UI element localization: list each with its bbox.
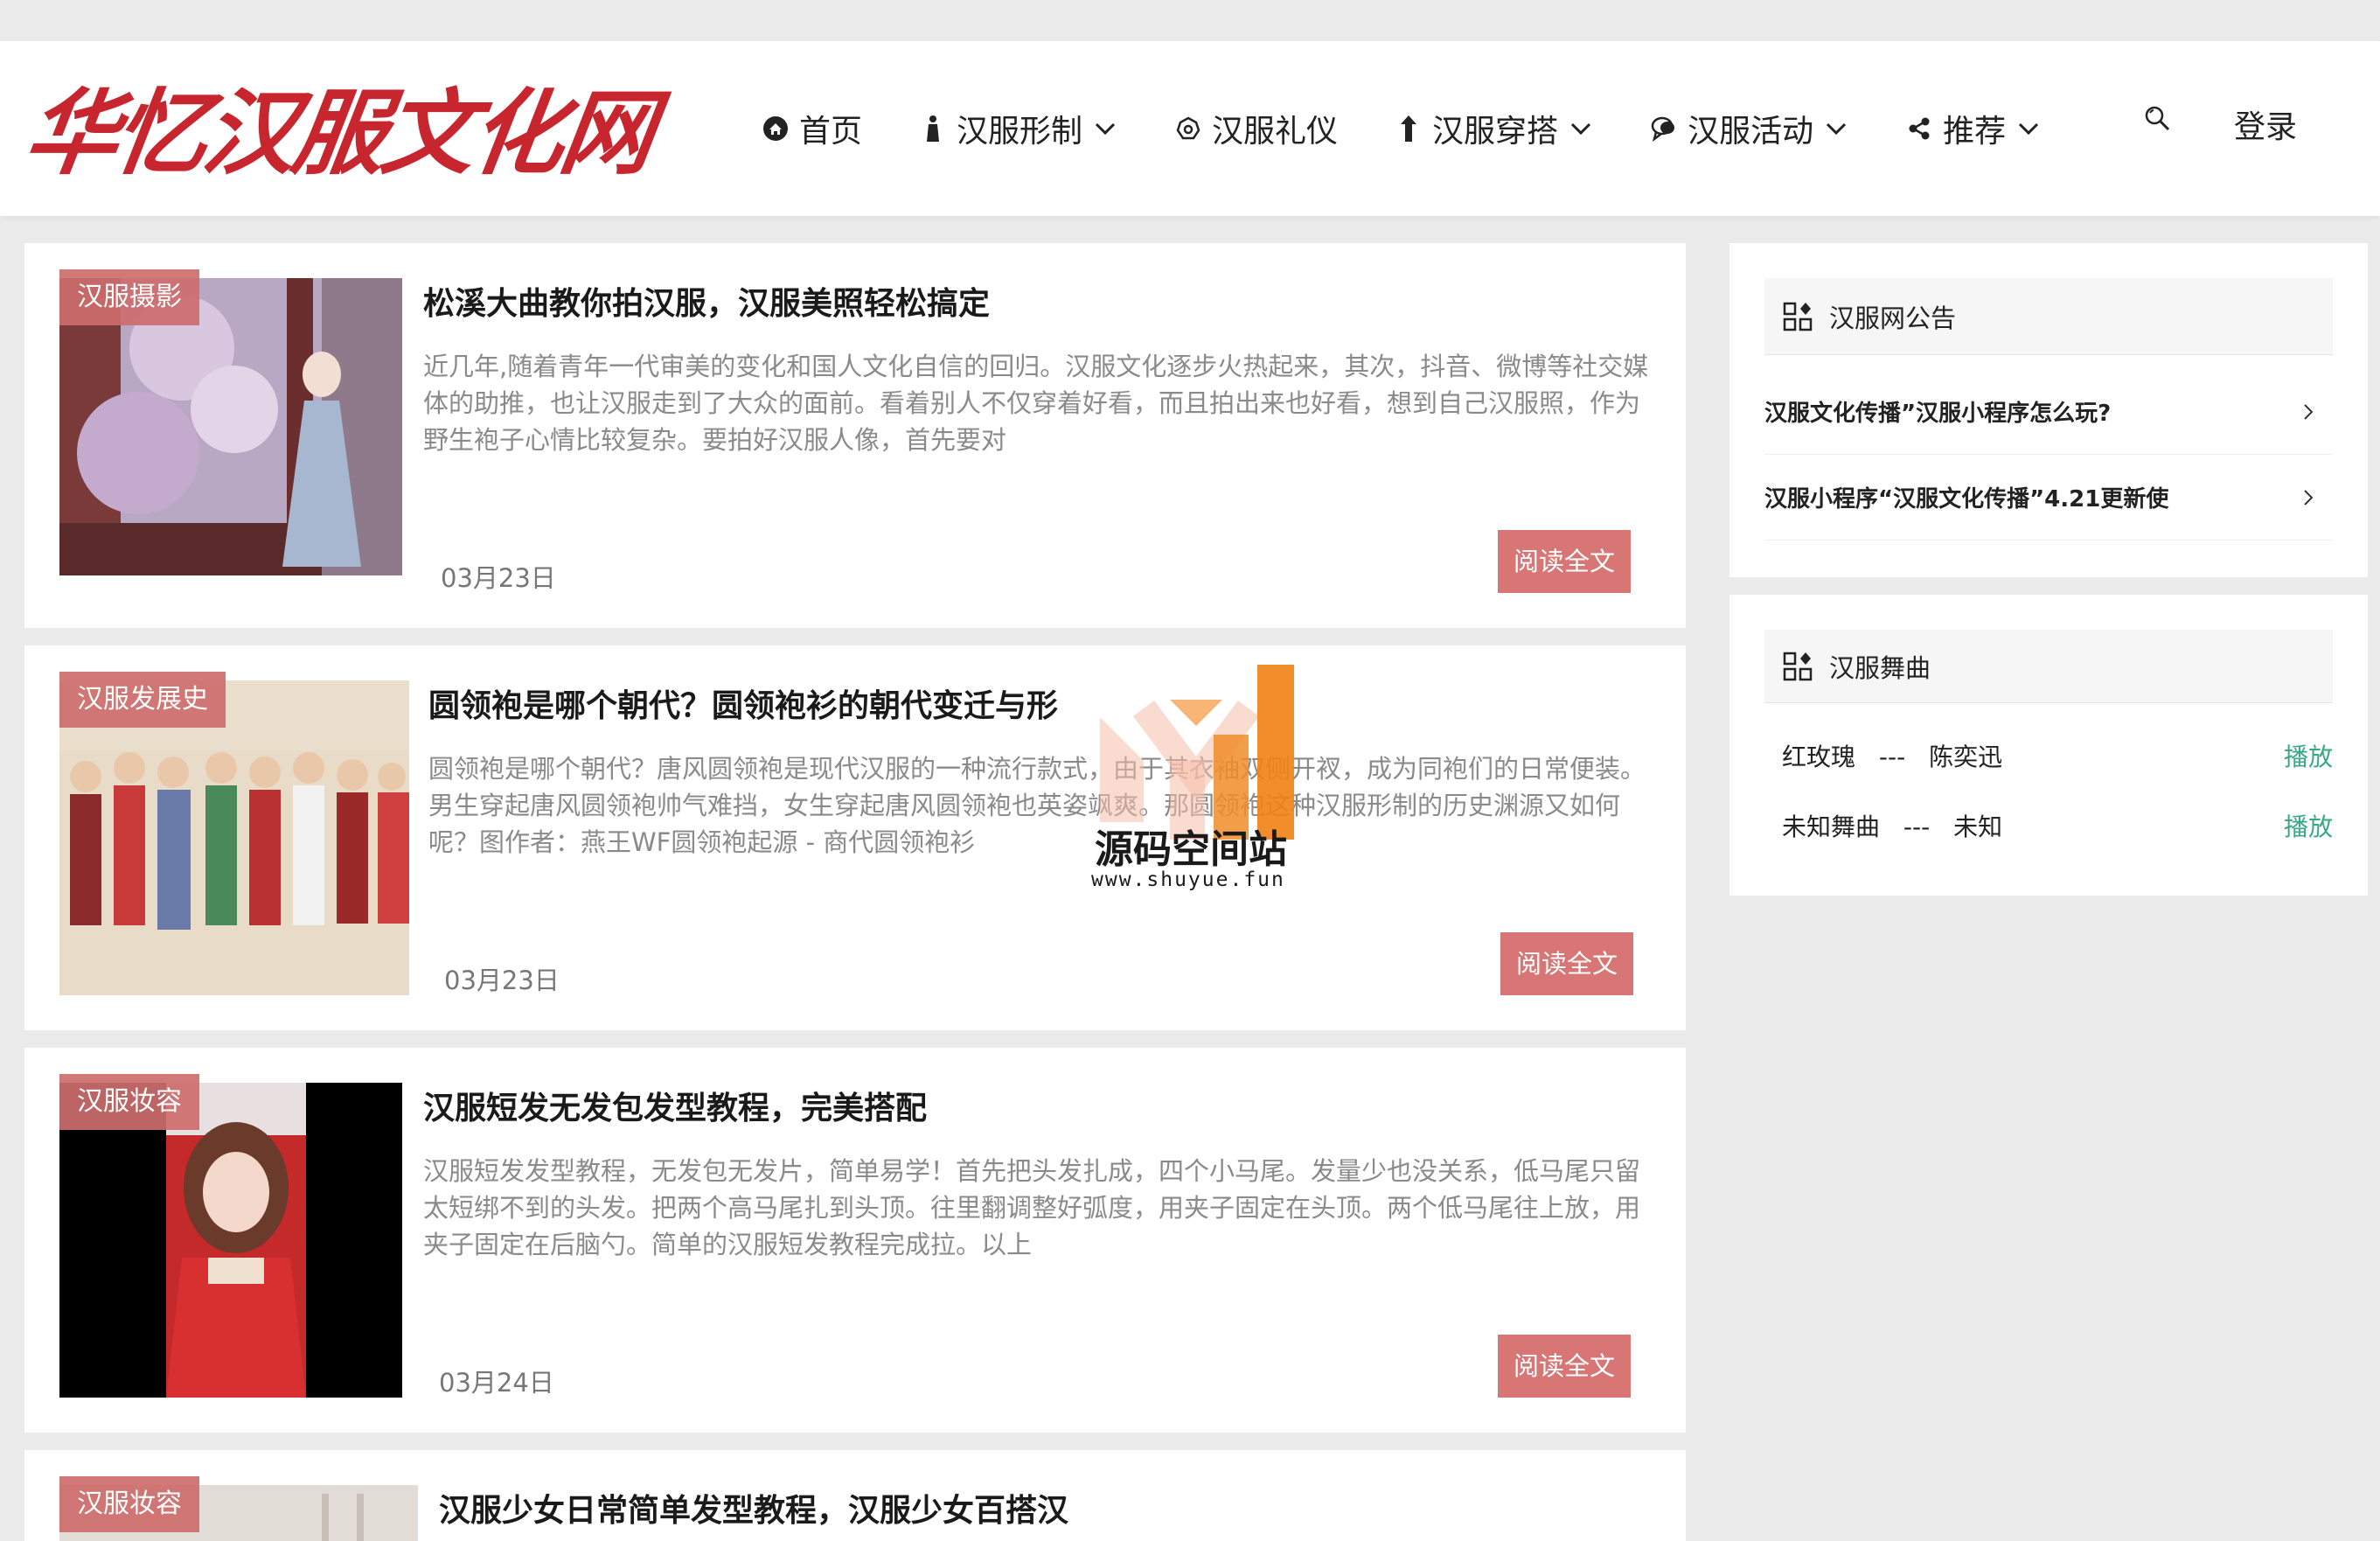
song-name: 红玫瑰 xyxy=(1782,743,1856,771)
chevron-down-icon xyxy=(1569,116,1593,141)
nav-label: 汉服穿搭 xyxy=(1432,114,1559,150)
chat-icon xyxy=(1649,114,1679,143)
nav-label: 首页 xyxy=(799,114,863,150)
panel-title: 汉服舞曲 xyxy=(1829,652,1931,683)
figure-icon xyxy=(918,114,948,143)
panel-header: 汉服网公告 xyxy=(1764,278,2333,355)
search-button[interactable] xyxy=(2142,103,2174,135)
read-more-button[interactable]: 阅读全文 xyxy=(1498,530,1631,593)
watermark-text: 源码空间站 xyxy=(1095,827,1287,872)
site-header: 华忆汉服文化网 首页 汉服形制 汉服礼仪 汉服穿搭 汉服活动 推荐 xyxy=(0,41,2380,216)
chevron-down-icon xyxy=(1824,116,1848,141)
shirt-icon xyxy=(1394,114,1423,143)
watermark-url: www.shuyue.fun xyxy=(1091,868,1285,891)
post-card: 汉服妆容 汉服短发无发包发型教程，完美搭配 汉服短发发型教程，无发包无发片，简单… xyxy=(24,1048,1686,1433)
song-separator: --- xyxy=(1903,812,1931,841)
notice-panel: 汉服网公告 汉服文化传播”汉服小程序怎么玩? 汉服小程序“汉服文化传播”4.21… xyxy=(1729,243,2368,577)
post-card: 汉服摄影 松溪大曲教你拍汉服，汉服美照轻松搞定 近几年,随着青年一代审美的变化和… xyxy=(24,243,1686,628)
post-thumbnail[interactable] xyxy=(59,680,409,995)
read-more-button[interactable]: 阅读全文 xyxy=(1500,932,1633,995)
play-button[interactable]: 播放 xyxy=(2284,808,2333,843)
gear-icon xyxy=(1173,114,1203,143)
play-button[interactable]: 播放 xyxy=(2284,738,2333,773)
nav-item-recommend[interactable]: 推荐 xyxy=(1904,106,2041,151)
song-item: 未知舞曲 --- 未知 播放 xyxy=(1782,808,2333,843)
panel-header: 汉服舞曲 xyxy=(1764,630,2333,703)
post-title[interactable]: 汉服少女日常简单发型教程，汉服少女百搭汉 xyxy=(439,1485,1068,1531)
nav-label: 汉服形制 xyxy=(957,114,1083,150)
post-date: 03月23日 xyxy=(444,966,560,995)
notice-text: 汉服小程序“汉服文化传播”4.21更新使 xyxy=(1764,486,2169,513)
post-excerpt: 圆领袍是哪个朝代？唐风圆领袍是现代汉服的一种流行款式，由于其衣袖双侧开衩，成为同… xyxy=(428,754,1646,857)
nav-label: 汉服活动 xyxy=(1688,114,1814,150)
nav-item-outfits[interactable]: 汉服穿搭 xyxy=(1394,106,1593,151)
song-artist: 未知 xyxy=(1953,812,2003,841)
post-category-tag[interactable]: 汉服妆容 xyxy=(59,1476,199,1532)
main-nav: 首页 汉服形制 汉服礼仪 汉服穿搭 汉服活动 推荐 xyxy=(761,41,2097,216)
widget-icon xyxy=(1783,302,1813,331)
post-excerpt: 汉服短发发型教程，无发包无发片，简单易学！首先把头发扎成，四个小马尾。发量少也没… xyxy=(423,1156,1641,1259)
chevron-right-icon xyxy=(2304,489,2314,506)
song-artist: 陈奕迅 xyxy=(1929,743,2003,771)
nav-item-styles[interactable]: 汉服形制 xyxy=(918,106,1117,151)
nav-item-home[interactable]: 首页 xyxy=(761,106,862,151)
notice-text: 汉服文化传播”汉服小程序怎么玩? xyxy=(1764,401,2112,427)
post-thumbnail[interactable] xyxy=(59,278,402,593)
panel-title: 汉服网公告 xyxy=(1829,303,1957,333)
song-item: 红玫瑰 --- 陈奕迅 播放 xyxy=(1782,738,2333,773)
login-link[interactable]: 登录 xyxy=(2234,101,2297,147)
song-info: 红玫瑰 --- 陈奕迅 xyxy=(1782,738,2002,773)
post-excerpt: 近几年,随着青年一代审美的变化和国人文化自信的回归。汉服文化逐步火热起来，其次，… xyxy=(423,352,1649,455)
post-date: 03月24日 xyxy=(439,1368,554,1398)
nav-label: 推荐 xyxy=(1943,114,2007,150)
song-name: 未知舞曲 xyxy=(1782,812,1881,841)
post-card: 汉服妆容 汉服少女日常简单发型教程，汉服少女百搭汉 xyxy=(24,1450,1686,1541)
chevron-down-icon xyxy=(1093,116,1117,141)
post-title[interactable]: 汉服短发无发包发型教程，完美搭配 xyxy=(423,1083,927,1128)
nav-item-etiquette[interactable]: 汉服礼仪 xyxy=(1173,106,1338,151)
logo-text: 华忆汉服文化网 xyxy=(18,78,658,187)
post-card: 汉服发展史 圆领袍是哪个朝代？圆领袍衫的朝代变迁与形 圆领袍是哪个朝代？唐风圆领… xyxy=(24,645,1686,1030)
search-icon xyxy=(2145,106,2170,131)
post-category-tag[interactable]: 汉服妆容 xyxy=(59,1074,199,1130)
song-separator: --- xyxy=(1878,743,1906,771)
home-icon xyxy=(761,114,790,143)
notice-item[interactable]: 汉服小程序“汉服文化传播”4.21更新使 xyxy=(1764,455,2333,540)
post-title[interactable]: 圆领袍是哪个朝代？圆领袍衫的朝代变迁与形 xyxy=(428,680,1058,726)
widget-icon xyxy=(1783,652,1813,680)
nav-label: 汉服礼仪 xyxy=(1212,114,1339,150)
chevron-right-icon xyxy=(2304,403,2314,420)
song-info: 未知舞曲 --- 未知 xyxy=(1782,808,2002,843)
nav-item-events[interactable]: 汉服活动 xyxy=(1649,106,1848,151)
post-thumbnail[interactable] xyxy=(59,1083,402,1398)
site-logo[interactable]: 华忆汉服文化网 xyxy=(18,67,658,199)
notice-item[interactable]: 汉服文化传播”汉服小程序怎么玩? xyxy=(1764,369,2333,455)
chevron-down-icon xyxy=(2016,116,2041,141)
read-more-button[interactable]: 阅读全文 xyxy=(1498,1335,1631,1398)
post-category-tag[interactable]: 汉服发展史 xyxy=(59,672,226,728)
post-title[interactable]: 松溪大曲教你拍汉服，汉服美照轻松搞定 xyxy=(423,278,990,324)
music-panel: 汉服舞曲 红玫瑰 --- 陈奕迅 播放 未知舞曲 --- 未知 播放 xyxy=(1729,595,2368,896)
post-category-tag[interactable]: 汉服摄影 xyxy=(59,269,199,325)
share-icon xyxy=(1904,114,1934,143)
post-date: 03月23日 xyxy=(441,563,556,593)
